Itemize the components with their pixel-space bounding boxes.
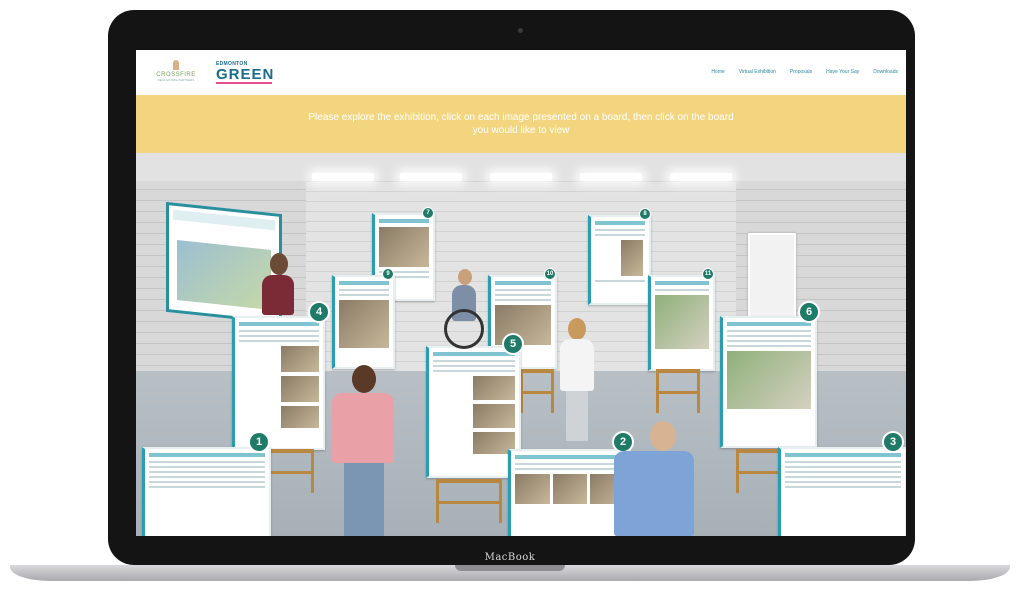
ceiling-light — [580, 173, 642, 181]
video-screen-header — [173, 209, 275, 231]
board-number-badge-3: 3 — [882, 431, 904, 453]
exhibition-board-3[interactable] — [778, 447, 906, 536]
ceiling-light — [490, 173, 552, 181]
edmonton-green-logo-big: GREEN — [216, 66, 275, 84]
main-nav: Home Virtual Exhibition Proposals Have Y… — [711, 69, 898, 75]
website-screen: CROSSFIRE REAL ESTATE PARTNERS EDMONTON … — [136, 50, 906, 536]
exhibition-board[interactable] — [648, 275, 715, 371]
board-number-badge-4: 4 — [308, 301, 330, 323]
nav-virtual-exhibition[interactable]: Virtual Exhibition — [739, 69, 776, 75]
board-number-badge: 11 — [702, 268, 714, 280]
board-number-badge-5: 5 — [502, 333, 524, 355]
crossfire-logo-tagline: REAL ESTATE PARTNERS — [157, 78, 195, 82]
nav-downloads[interactable]: Downloads — [873, 69, 898, 75]
virtual-exhibition-room: 7 8 9 10 11 4 5 6 1 2 3 — [136, 153, 906, 536]
board-number-badge-2: 2 — [612, 431, 634, 453]
banner-line-2: you would like to view — [472, 125, 570, 136]
board-number-badge: 7 — [422, 207, 434, 219]
exhibition-board[interactable] — [588, 215, 651, 305]
exhibition-board-5[interactable] — [426, 346, 521, 478]
board-number-badge-1: 1 — [248, 431, 270, 453]
easel — [268, 449, 314, 493]
camera-icon — [518, 28, 523, 33]
crossfire-logo-icon — [173, 60, 179, 70]
easel — [736, 449, 782, 493]
nav-have-your-say[interactable]: Have Your Say — [826, 69, 859, 75]
exhibition-board-6[interactable] — [720, 316, 817, 448]
easel — [520, 369, 554, 413]
easel — [656, 369, 700, 413]
exhibition-board-2[interactable] — [508, 449, 631, 536]
banner-line-1: Please explore the exhibition, click on … — [308, 112, 734, 123]
ceiling-light — [670, 173, 732, 181]
nav-proposals[interactable]: Proposals — [790, 69, 812, 75]
ceiling-light — [312, 173, 374, 181]
crossfire-logo[interactable]: CROSSFIRE REAL ESTATE PARTNERS — [150, 60, 202, 88]
board-number-badge: 10 — [544, 268, 556, 280]
ceiling-light — [400, 173, 462, 181]
board-number-badge-6: 6 — [798, 301, 820, 323]
edmonton-green-logo[interactable]: EDMONTON GREEN — [216, 61, 275, 85]
video-screen-image — [177, 240, 271, 310]
exhibition-board[interactable] — [332, 275, 395, 369]
exhibition-board-4[interactable] — [232, 316, 325, 450]
instruction-banner: Please explore the exhibition, click on … — [136, 95, 906, 153]
device-brand-label: MacBook — [484, 552, 536, 563]
laptop-base-notch — [455, 565, 565, 571]
board-number-badge: 9 — [382, 268, 394, 280]
site-header: CROSSFIRE REAL ESTATE PARTNERS EDMONTON … — [136, 50, 906, 95]
board-number-badge: 8 — [639, 208, 651, 220]
exhibition-board-1[interactable] — [142, 447, 271, 536]
back-door — [748, 233, 796, 321]
nav-home[interactable]: Home — [711, 69, 724, 75]
easel — [436, 479, 502, 523]
